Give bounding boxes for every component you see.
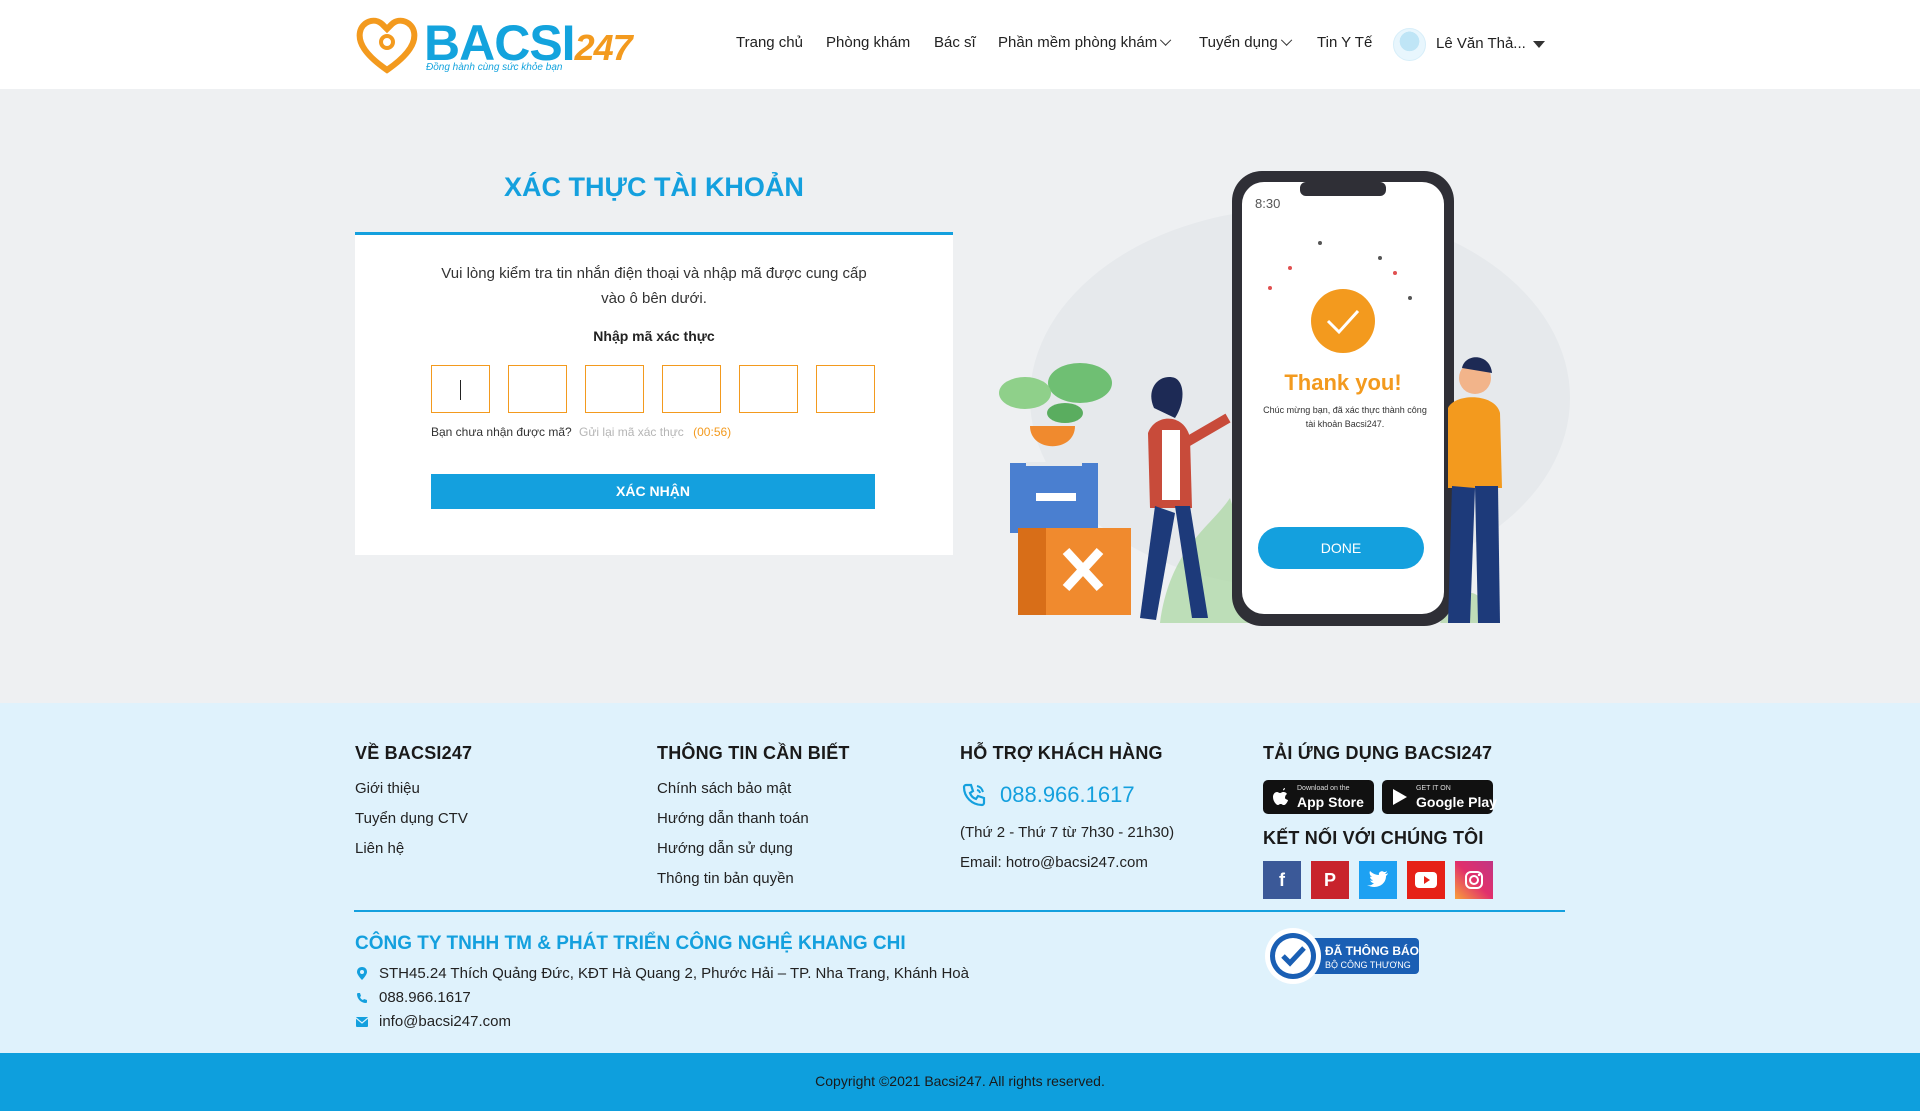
- footer-app: TẢI ỨNG DỤNG BACSI247 Download on the Ap…: [1263, 743, 1497, 899]
- support-email[interactable]: Email: hotro@bacsi247.com: [960, 854, 1174, 872]
- facebook-icon[interactable]: f: [1263, 861, 1301, 899]
- footer-link-contact[interactable]: Liên hệ: [355, 840, 472, 858]
- support-phone[interactable]: 088.966.1617: [960, 780, 1174, 810]
- footer-info: THÔNG TIN CẦN BIẾT Chính sách bảo mật Hư…: [657, 743, 850, 900]
- logo-tagline: Đồng hành cùng sức khỏe bạn: [426, 62, 563, 73]
- location-pin-icon: [355, 967, 369, 981]
- phone-time: 8:30: [1255, 196, 1280, 211]
- badge-line2: BỘ CÔNG THƯƠNG: [1325, 960, 1411, 970]
- google-play-button[interactable]: GET IT ON Google Play: [1382, 780, 1497, 814]
- footer-link-ctv-recruitment[interactable]: Tuyển dụng CTV: [355, 810, 472, 828]
- company-phone[interactable]: 088.966.1617: [355, 989, 471, 1006]
- footer-link-about[interactable]: Giới thiệu: [355, 780, 472, 798]
- support-phone-number: 088.966.1617: [1000, 782, 1135, 807]
- app-store-button[interactable]: Download on the App Store: [1263, 780, 1374, 814]
- success-message-line1: Chúc mừng bạn, đã xác thực thành công: [1263, 405, 1427, 415]
- company-name: CÔNG TY TNHH TM & PHÁT TRIỂN CÔNG NGHỆ K…: [355, 933, 906, 954]
- site-footer: VỀ BACSI247 Giới thiệu Tuyển dụng CTV Li…: [0, 703, 1920, 1053]
- youtube-icon[interactable]: [1407, 861, 1445, 899]
- company-address: STH45.24 Thích Quảng Đức, KĐT Hà Quang 2…: [355, 965, 969, 982]
- footer-about-heading: VỀ BACSI247: [355, 743, 473, 763]
- page-title: XÁC THỰC TÀI KHOẢN: [504, 172, 804, 202]
- footer-info-heading: THÔNG TIN CẦN BIẾT: [657, 743, 850, 763]
- app-store-row: Download on the App Store GET IT ON Goog…: [1263, 780, 1497, 814]
- otp-digit-5[interactable]: [739, 365, 798, 413]
- otp-digit-2[interactable]: [508, 365, 567, 413]
- footer-support: HỖ TRỢ KHÁCH HÀNG 088.966.1617 (Thứ 2 - …: [960, 743, 1174, 884]
- illustration-art: 8:30 Thank you! Chúc mừng bạn, đã xác th…: [999, 171, 1570, 626]
- support-hours: (Thứ 2 - Thứ 7 từ 7h30 - 21h30): [960, 824, 1175, 841]
- done-button-text: DONE: [1321, 540, 1361, 556]
- thank-you-text: Thank you!: [1284, 370, 1401, 395]
- phone-icon: [962, 783, 986, 807]
- footer-about: VỀ BACSI247 Giới thiệu Tuyển dụng CTV Li…: [355, 743, 472, 870]
- footer-link-privacy[interactable]: Chính sách bảo mật: [657, 780, 850, 798]
- nav-item-clinic-software[interactable]: Phần mềm phòng khám: [998, 34, 1172, 51]
- nav-item-clinics[interactable]: Phòng khám: [826, 34, 910, 51]
- footer-link-payment-guide[interactable]: Hướng dẫn thanh toán: [657, 810, 850, 828]
- phone-icon: [355, 991, 369, 1005]
- not-received-text: Bạn chưa nhận được mã?: [431, 425, 572, 439]
- footer-divider: [354, 910, 1565, 912]
- mail-icon: [355, 1015, 369, 1029]
- ministry-badge[interactable]: ĐÃ THÔNG BÁO BỘ CÔNG THƯƠNG: [1263, 926, 1419, 986]
- google-play-small: GET IT ON: [1416, 785, 1451, 792]
- verify-card: Vui lòng kiểm tra tin nhắn điện thoại và…: [355, 232, 953, 555]
- site-header: BACSI247 Đồng hành cùng sức khỏe bạn Tra…: [0, 0, 1920, 89]
- otp-digit-4[interactable]: [662, 365, 721, 413]
- otp-digit-3[interactable]: [585, 365, 644, 413]
- otp-digit-1[interactable]: [431, 365, 490, 413]
- copyright-text: Copyright ©2021 Bacsi247. All rights res…: [815, 1073, 1105, 1089]
- success-illustration: 8:30 Thank you! Chúc mừng bạn, đã xác th…: [970, 168, 1570, 628]
- app-store-label: App Store: [1297, 794, 1364, 810]
- resend-timer: (00:56): [693, 425, 732, 439]
- apple-icon: [1273, 788, 1288, 805]
- badge-line1: ĐÃ THÔNG BÁO: [1325, 943, 1419, 958]
- chevron-down-icon: [1280, 34, 1292, 46]
- app-store-small: Download on the: [1297, 785, 1350, 792]
- copyright-bar: Copyright ©2021 Bacsi247. All rights res…: [0, 1053, 1920, 1111]
- google-play-icon: [1393, 789, 1407, 805]
- footer-support-heading: HỖ TRỢ KHÁCH HÀNG: [960, 743, 1163, 763]
- pinterest-icon[interactable]: P: [1311, 861, 1349, 899]
- code-label: Nhập mã xác thực: [593, 328, 715, 344]
- nav-item-recruitment[interactable]: Tuyển dụng: [1199, 34, 1292, 51]
- twitter-icon[interactable]: [1359, 861, 1397, 899]
- instagram-icon[interactable]: [1455, 861, 1493, 899]
- verify-instruction: Vui lòng kiểm tra tin nhắn điện thoại và…: [441, 265, 867, 307]
- caret-down-icon: [1533, 41, 1545, 48]
- success-message-line2: tài khoản Bacsi247.: [1306, 419, 1385, 429]
- nav-item-doctors[interactable]: Bác sĩ: [934, 34, 976, 51]
- social-links: f P: [1263, 861, 1493, 899]
- ministry-badge-art: ĐÃ THÔNG BÁO BỘ CÔNG THƯƠNG: [1265, 928, 1419, 984]
- nav-item-health-news[interactable]: Tin Y Tế: [1317, 34, 1372, 51]
- confirm-button[interactable]: XÁC NHẬN: [431, 474, 875, 509]
- chevron-down-icon: [1160, 34, 1172, 46]
- google-play-label: Google Play: [1416, 794, 1497, 810]
- resend-code-link[interactable]: Gửi lại mã xác thực: [579, 425, 684, 439]
- footer-connect-heading: KẾT NỐI VỚI CHÚNG TÔI: [1263, 828, 1484, 848]
- avatar: [1393, 28, 1426, 61]
- user-name: Lê Văn Thả...: [1436, 35, 1526, 52]
- otp-digit-6[interactable]: [816, 365, 875, 413]
- resend-row: Bạn chưa nhận được mã? Gửi lại mã xác th…: [431, 425, 731, 439]
- nav-item-home[interactable]: Trang chủ: [736, 34, 803, 51]
- footer-link-user-guide[interactable]: Hướng dẫn sử dụng: [657, 840, 850, 858]
- company-email[interactable]: info@bacsi247.com: [355, 1013, 511, 1030]
- footer-link-copyright-info[interactable]: Thông tin bản quyền: [657, 870, 850, 888]
- main-nav: Trang chủ Phòng khám Bác sĩ Phần mềm phò…: [0, 34, 1920, 56]
- footer-app-heading: TẢI ỨNG DỤNG BACSI247: [1263, 743, 1493, 763]
